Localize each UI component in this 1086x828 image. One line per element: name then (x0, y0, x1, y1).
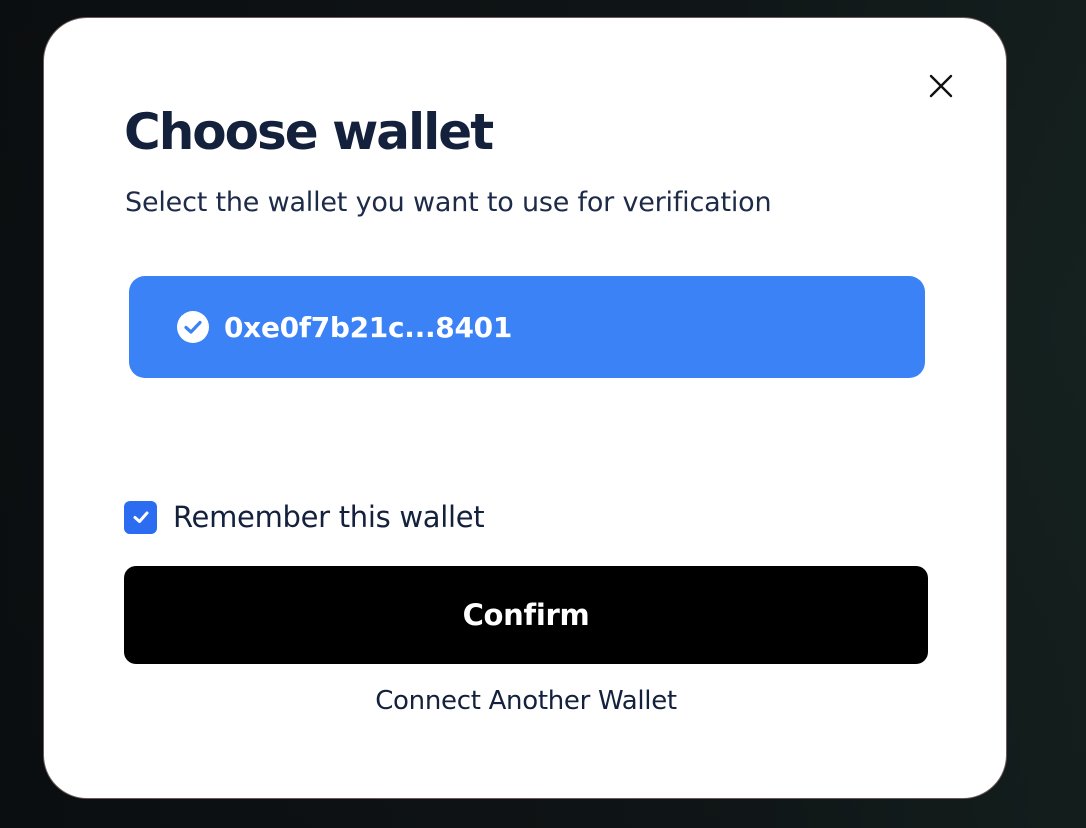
checkmark-icon (133, 511, 148, 523)
remember-wallet-toggle[interactable]: Remember this wallet (124, 500, 485, 534)
check-circle-icon (176, 310, 210, 344)
remember-label: Remember this wallet (173, 500, 485, 534)
connect-another-wallet-link[interactable]: Connect Another Wallet (44, 686, 1008, 716)
confirm-button[interactable]: Confirm (124, 566, 928, 664)
remember-checkbox[interactable] (124, 500, 157, 534)
wallet-option-selected[interactable]: 0xe0f7b21c...8401 (129, 276, 925, 378)
close-icon (929, 74, 953, 98)
wallet-address: 0xe0f7b21c...8401 (224, 310, 513, 344)
close-button[interactable] (925, 70, 957, 102)
modal-title: Choose wallet (124, 103, 494, 161)
modal-subtitle: Select the wallet you want to use for ve… (125, 187, 772, 218)
choose-wallet-modal: Choose wallet Select the wallet you want… (43, 17, 1007, 799)
